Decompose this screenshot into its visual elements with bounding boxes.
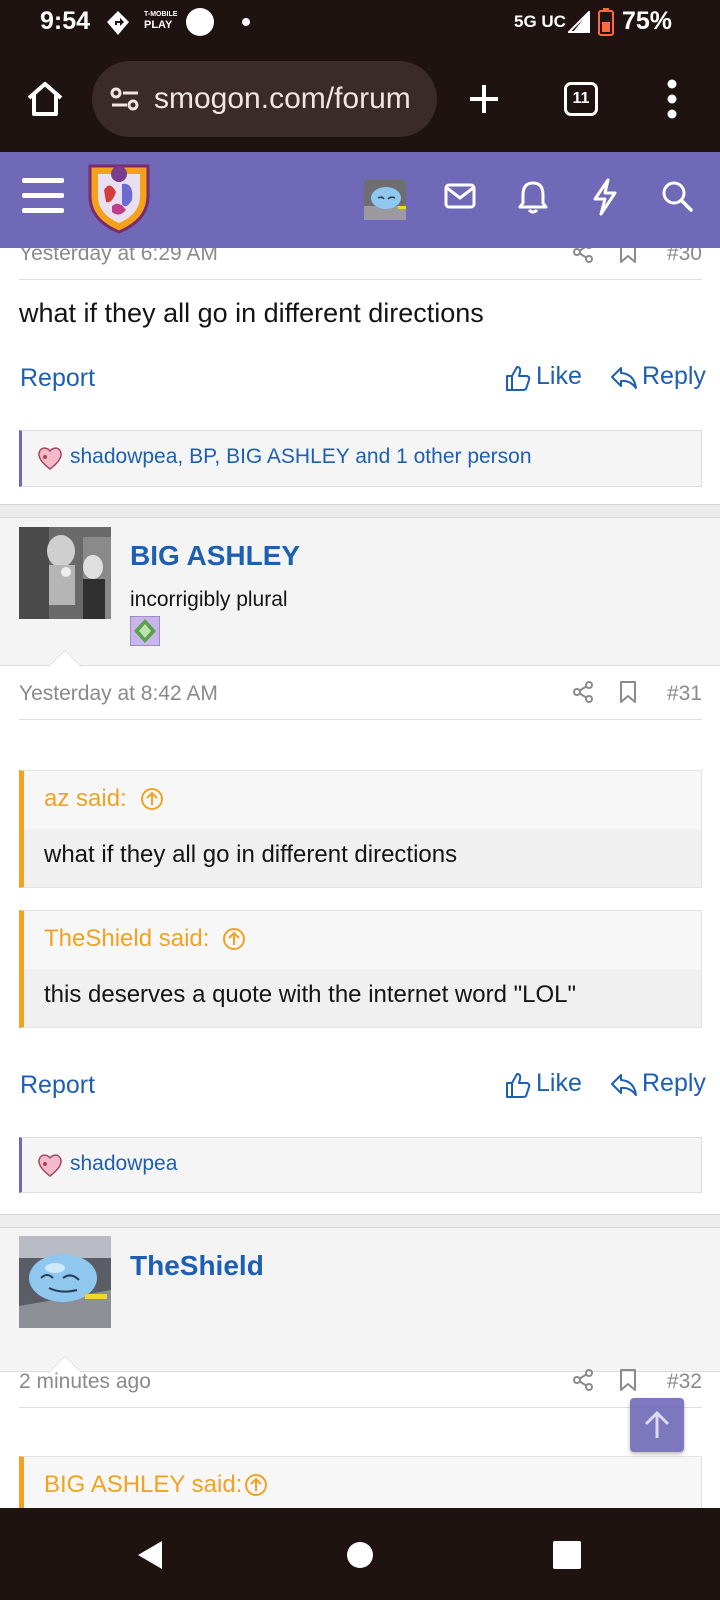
reactions-text: shadowpea bbox=[70, 1152, 178, 1175]
home-circle-icon[interactable] bbox=[346, 1541, 374, 1569]
home-icon[interactable] bbox=[25, 79, 65, 119]
heart-reaction-icon bbox=[38, 1154, 62, 1177]
user-block-theshield: TheShield bbox=[0, 1228, 720, 1372]
post-date[interactable]: Yesterday at 6:29 AM bbox=[19, 248, 218, 266]
quote-block: BIG ASHLEY said: bbox=[19, 1456, 702, 1508]
quote-author[interactable]: az said: bbox=[44, 785, 163, 815]
site-settings-icon[interactable] bbox=[110, 87, 140, 111]
thread-content: Yesterday at 6:29 AM #30 what if they al… bbox=[0, 248, 720, 1508]
report-link[interactable]: Report bbox=[20, 1071, 95, 1100]
reply-arrow-icon bbox=[611, 1074, 637, 1096]
quote-text: this deserves a quote with the internet … bbox=[44, 981, 576, 1008]
share-icon[interactable] bbox=[571, 680, 595, 704]
user-title: incorrigibly plural bbox=[130, 588, 288, 611]
reactions-text: shadowpea, BP, BIG ASHLEY and 1 other pe… bbox=[70, 445, 532, 468]
forum-header bbox=[0, 152, 720, 248]
url-text: smogon.com/forum bbox=[154, 82, 411, 115]
system-nav-bar bbox=[0, 1508, 720, 1600]
jump-to-quote-icon[interactable] bbox=[140, 787, 164, 811]
post-date[interactable]: Yesterday at 8:42 AM bbox=[19, 682, 218, 706]
battery-percent: 75% bbox=[622, 7, 673, 35]
quote-body: what if they all go in different directi… bbox=[24, 829, 701, 887]
user-block-big-ashley: BIG ASHLEY incorrigibly plural bbox=[0, 518, 720, 666]
post-number[interactable]: #30 bbox=[667, 248, 702, 266]
report-link[interactable]: Report bbox=[20, 364, 95, 393]
reply-arrow-icon bbox=[611, 367, 637, 389]
post-number[interactable]: #32 bbox=[667, 1370, 702, 1394]
quote-block: TheShield said: this deserves a quote wi… bbox=[19, 910, 702, 1028]
reply-label: Reply bbox=[642, 1069, 706, 1097]
back-icon[interactable] bbox=[136, 1540, 164, 1570]
post-separator bbox=[0, 504, 720, 518]
avatar[interactable] bbox=[19, 527, 111, 619]
user-badge-icon bbox=[130, 616, 160, 646]
new-tab-icon[interactable] bbox=[468, 83, 500, 115]
tab-switcher-button[interactable]: 11 bbox=[564, 82, 598, 116]
signal-icon bbox=[568, 11, 590, 33]
hamburger-menu-icon[interactable] bbox=[22, 178, 64, 214]
quote-block: az said: what if they all go in differen… bbox=[19, 770, 702, 888]
quote-author[interactable]: BIG ASHLEY said: bbox=[44, 1471, 267, 1501]
quote-text: what if they all go in different directi… bbox=[44, 841, 458, 868]
status-bar: 9:54 T-MOBILE PLAY 5G UC 75% bbox=[0, 0, 720, 46]
post-meta-31: Yesterday at 8:42 AM #31 bbox=[19, 680, 702, 720]
navigation-arrow-icon bbox=[107, 11, 129, 35]
reply-label: Reply bbox=[642, 362, 706, 390]
arrow-up-icon bbox=[644, 1410, 670, 1438]
username[interactable]: BIG ASHLEY bbox=[130, 540, 300, 572]
share-icon[interactable] bbox=[571, 1368, 595, 1392]
bookmark-icon[interactable] bbox=[618, 1368, 638, 1392]
jump-to-quote-icon[interactable] bbox=[244, 1473, 268, 1497]
battery-icon bbox=[598, 8, 614, 36]
heart-reaction-icon bbox=[38, 447, 62, 470]
reactions-bar[interactable]: shadowpea, BP, BIG ASHLEY and 1 other pe… bbox=[19, 430, 702, 487]
avatar[interactable] bbox=[19, 1236, 111, 1328]
post-meta-32: 2 minutes ago #32 bbox=[19, 1368, 702, 1408]
network-type: 5G UC bbox=[514, 12, 566, 31]
lightning-bolt-icon[interactable] bbox=[592, 178, 618, 216]
smogon-logo-icon[interactable] bbox=[86, 160, 152, 234]
status-time: 9:54 bbox=[40, 7, 91, 35]
username[interactable]: TheShield bbox=[130, 1250, 264, 1282]
inbox-icon[interactable] bbox=[444, 183, 476, 209]
post-pointer bbox=[48, 650, 82, 667]
browser-toolbar: smogon.com/forum 11 bbox=[0, 46, 720, 152]
thumbs-up-icon bbox=[506, 366, 531, 391]
quote-body: this deserves a quote with the internet … bbox=[24, 969, 701, 1027]
bookmark-icon[interactable] bbox=[618, 248, 638, 264]
share-icon[interactable] bbox=[571, 248, 595, 264]
header-avatar[interactable] bbox=[364, 180, 406, 220]
bell-icon[interactable] bbox=[518, 180, 548, 214]
post-date[interactable]: 2 minutes ago bbox=[19, 1370, 151, 1394]
post-number[interactable]: #31 bbox=[667, 682, 702, 706]
thumbs-up-icon bbox=[506, 1073, 531, 1098]
reactions-bar[interactable]: shadowpea bbox=[19, 1137, 702, 1193]
notification-dot-icon bbox=[242, 18, 250, 26]
quote-author[interactable]: TheShield said: bbox=[44, 925, 245, 955]
notification-circle-icon bbox=[186, 8, 214, 36]
url-bar[interactable]: smogon.com/forum bbox=[92, 61, 437, 137]
carrier-badge: T-MOBILE PLAY bbox=[144, 11, 178, 31]
jump-to-quote-icon[interactable] bbox=[222, 927, 246, 951]
like-label: Like bbox=[536, 362, 582, 390]
post-separator bbox=[0, 1214, 720, 1228]
scroll-to-top-button[interactable] bbox=[630, 1398, 684, 1452]
recents-icon[interactable] bbox=[552, 1541, 582, 1569]
post-body: what if they all go in different directi… bbox=[19, 298, 484, 328]
post-meta-30: Yesterday at 6:29 AM #30 bbox=[19, 248, 702, 280]
like-label: Like bbox=[536, 1069, 582, 1097]
search-icon[interactable] bbox=[661, 180, 693, 212]
bookmark-icon[interactable] bbox=[618, 680, 638, 704]
more-options-icon[interactable] bbox=[664, 79, 680, 119]
